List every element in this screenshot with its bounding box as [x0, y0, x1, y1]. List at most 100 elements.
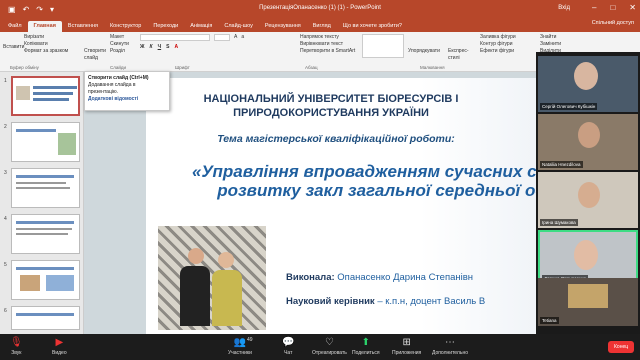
window-title: ПрезентаціяОпанасенко (1) (1) - PowerPoi…	[259, 5, 381, 11]
thumb-number: 4	[4, 216, 7, 222]
bold-button[interactable]: Ж	[140, 44, 145, 51]
tab-view[interactable]: Вигляд	[307, 21, 337, 32]
reactions-button[interactable]: ♡ Отреагировать	[312, 337, 347, 356]
slide-thumbnail[interactable]	[11, 122, 80, 162]
tab-home[interactable]: Главная	[27, 21, 62, 32]
thumb-text-line	[16, 182, 66, 184]
chat-button[interactable]: 💬 Чат	[282, 337, 294, 356]
share-screen-button[interactable]: ⬆ Поделиться	[352, 337, 380, 356]
text-direction-button[interactable]: Напрямок тексту	[300, 34, 355, 41]
person-body	[212, 270, 242, 326]
format-painter-button[interactable]: Формат за зразком	[24, 48, 68, 55]
participant-face	[574, 62, 598, 90]
participant-tile[interactable]: Сергій Олегович Кубішкін	[538, 56, 638, 112]
advisor-line: Науковий керівник – к.п.н, доцент Василь…	[286, 296, 485, 307]
thumb-image	[46, 275, 74, 291]
thumb-number: 1	[4, 78, 7, 84]
participant-face	[574, 240, 598, 270]
shape-effects-button[interactable]: Ефекти фігури	[480, 48, 516, 55]
slide-thumbnail[interactable]	[11, 168, 80, 208]
reset-button[interactable]: Скинути	[110, 41, 129, 48]
participant-tile[interactable]: Ірина Шумакова	[538, 172, 638, 228]
slide-thumbnail[interactable]	[11, 306, 80, 330]
paragraph-group-label: Абзац	[305, 65, 318, 70]
strikethrough-button[interactable]: S	[166, 44, 169, 51]
audio-button[interactable]: 🎙 Звук	[10, 337, 23, 356]
author-line: Виконала: Опанасенко Дарина Степанівн	[286, 272, 473, 283]
thumb-text-line	[16, 129, 56, 132]
share-screen-icon: ⬆	[361, 337, 370, 348]
font-shrink-icon[interactable]: a	[241, 34, 244, 41]
arrange-button[interactable]: Упорядкувати	[408, 34, 442, 55]
more-button[interactable]: ⋯ Дополнительно	[432, 337, 468, 356]
camera-off-icon: ▶	[55, 337, 64, 348]
shape-outline-button[interactable]: Контур фігури	[480, 41, 516, 48]
underline-button[interactable]: Ч	[158, 44, 162, 51]
font-family-select[interactable]	[140, 34, 210, 41]
thumb-text-line	[33, 98, 69, 101]
end-meeting-button[interactable]: Конец	[608, 341, 635, 353]
align-text-button[interactable]: Вирівнювати текст	[300, 41, 355, 48]
apps-button[interactable]: ⊞ Приложения	[392, 337, 421, 356]
participant-name: Tetiana	[540, 317, 559, 324]
copy-button[interactable]: Копіювати	[24, 41, 68, 48]
slide-thumbnail[interactable]	[11, 76, 80, 116]
thumb-number: 5	[4, 262, 7, 268]
thumb-image	[58, 133, 76, 155]
tab-transitions[interactable]: Переходи	[147, 21, 184, 32]
thumb-text-line	[16, 187, 70, 189]
replace-button[interactable]: Замінити	[540, 41, 561, 48]
clipboard-group: Вставити	[3, 34, 24, 51]
university-name: НАЦІОНАЛЬНИЙ УНІВЕРСИТЕТ БІОРЕСУРСІВ І П…	[203, 93, 459, 119]
thesis-label: Тема магістерської кваліфікаційної робот…	[217, 133, 455, 145]
new-slide-button[interactable]: Створити слайд	[84, 34, 108, 62]
tab-design[interactable]: Конструктор	[104, 21, 147, 32]
find-button[interactable]: Знайти	[540, 34, 561, 41]
tab-review[interactable]: Рецензування	[259, 21, 307, 32]
tab-insert[interactable]: Вставлення	[62, 21, 104, 32]
font-color-button[interactable]: A	[174, 44, 178, 51]
thumb-number: 6	[4, 308, 7, 314]
heart-icon: ♡	[324, 337, 334, 348]
advisor-name: – к.п.н, доцент Василь В	[377, 296, 486, 307]
tab-animations[interactable]: Анімація	[184, 21, 218, 32]
smartart-button[interactable]: Перетворити в SmartArt	[300, 48, 355, 55]
tell-me-search[interactable]: Що ви хочете зробити?	[337, 21, 408, 32]
tab-slideshow[interactable]: Слайд-шоу	[218, 21, 259, 32]
cut-button[interactable]: Вирізати	[24, 34, 68, 41]
tooltip-more-link[interactable]: Додаткові відомості	[88, 96, 166, 103]
tab-file[interactable]: Файл	[2, 21, 28, 32]
quick-styles-button[interactable]: Експрес-стилі	[448, 34, 478, 62]
italic-button[interactable]: К	[150, 44, 153, 51]
video-button[interactable]: ▶ Видео	[52, 337, 67, 356]
font-size-select[interactable]	[214, 34, 230, 41]
section-button[interactable]: Розділ	[110, 48, 129, 55]
slide-thumbnail[interactable]	[11, 260, 80, 300]
thumb-text-line	[16, 221, 74, 224]
thumb-text-line	[16, 175, 74, 178]
paste-button[interactable]: Вставити	[3, 44, 24, 51]
participant-tile[interactable]: Nataliia Hnezdilova	[538, 114, 638, 170]
font-grow-icon[interactable]: A	[234, 34, 237, 41]
participant-tile[interactable]: Tetiana	[538, 278, 638, 326]
shapes-gallery[interactable]	[362, 34, 404, 58]
slide-thumbnail[interactable]	[11, 214, 80, 254]
sign-in-link[interactable]: Вхід	[558, 5, 570, 11]
thumb-image	[20, 275, 40, 291]
close-icon[interactable]: ✕	[629, 3, 636, 12]
font-group-label: Шрифт	[175, 65, 190, 70]
slides-group-label: Слайди	[110, 65, 127, 70]
slides-actions: Макет Скинути Розділ	[110, 34, 129, 55]
participants-count: 49	[247, 337, 253, 343]
minimize-icon[interactable]: –	[592, 3, 596, 12]
share-button[interactable]: Спільний доступ	[592, 20, 634, 26]
thumb-text-line	[16, 228, 72, 230]
participant-face	[578, 182, 600, 208]
apps-icon: ⊞	[402, 337, 411, 348]
thumb-number: 3	[4, 170, 7, 176]
maximize-icon[interactable]: □	[610, 3, 615, 12]
person-head	[218, 252, 234, 268]
zoom-toolbar: 🎙 Звук ▶ Видео 👥 Участники 49 💬 Чат ♡ Отреаги…	[0, 334, 640, 360]
shape-fill-button[interactable]: Заливка фігури	[480, 34, 516, 41]
layout-button[interactable]: Макет	[110, 34, 129, 41]
